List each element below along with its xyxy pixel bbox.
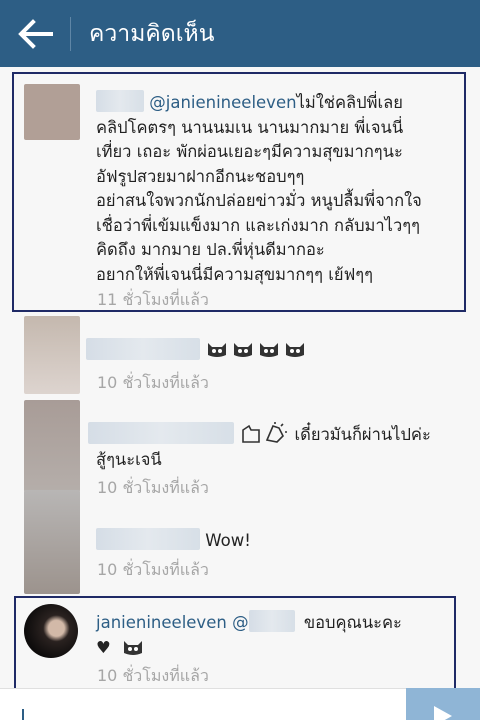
comment-text xyxy=(86,338,460,364)
comment-item: 10 ชั่วโมงที่แล้ว xyxy=(0,316,480,400)
clap-icon xyxy=(242,422,288,443)
comment-line: สู้ๆนะเจนี xyxy=(96,449,162,469)
avatar[interactable] xyxy=(24,490,80,594)
avatar[interactable] xyxy=(24,400,80,492)
send-icon xyxy=(434,706,452,720)
username-blurred[interactable] xyxy=(88,422,234,444)
comments-screen: ความคิดเห็น @janienineelevenไม่ใช่คลิปพี… xyxy=(0,0,480,720)
back-button[interactable] xyxy=(0,0,70,67)
text-caret xyxy=(22,709,24,720)
highlight-box xyxy=(14,596,456,690)
send-button[interactable] xyxy=(406,688,480,720)
comment-timestamp: 10 ชั่วโมงที่แล้ว xyxy=(97,373,209,392)
page-title: ความคิดเห็น xyxy=(89,20,215,47)
comment-timestamp: 10 ชั่วโมงที่แล้ว xyxy=(97,560,209,579)
back-arrow-icon xyxy=(18,18,53,49)
cat-face-icon xyxy=(208,343,305,357)
app-header: ความคิดเห็น xyxy=(0,0,480,67)
highlight-box xyxy=(12,72,466,312)
comment-text: เดี๋ยวมันก็ผ่านไปค่ะ สู้ๆนะเจนี xyxy=(88,422,460,472)
comment-line: Wow! xyxy=(205,531,251,550)
comment-line: เดี๋ยวมันก็ผ่านไปค่ะ xyxy=(294,425,431,444)
username-blurred[interactable] xyxy=(96,528,200,550)
avatar[interactable] xyxy=(24,316,80,394)
username-blurred[interactable] xyxy=(86,338,200,360)
comment-item: Wow! 10 ชั่วโมงที่แล้ว xyxy=(0,490,480,594)
comment-text: Wow! xyxy=(96,528,460,554)
